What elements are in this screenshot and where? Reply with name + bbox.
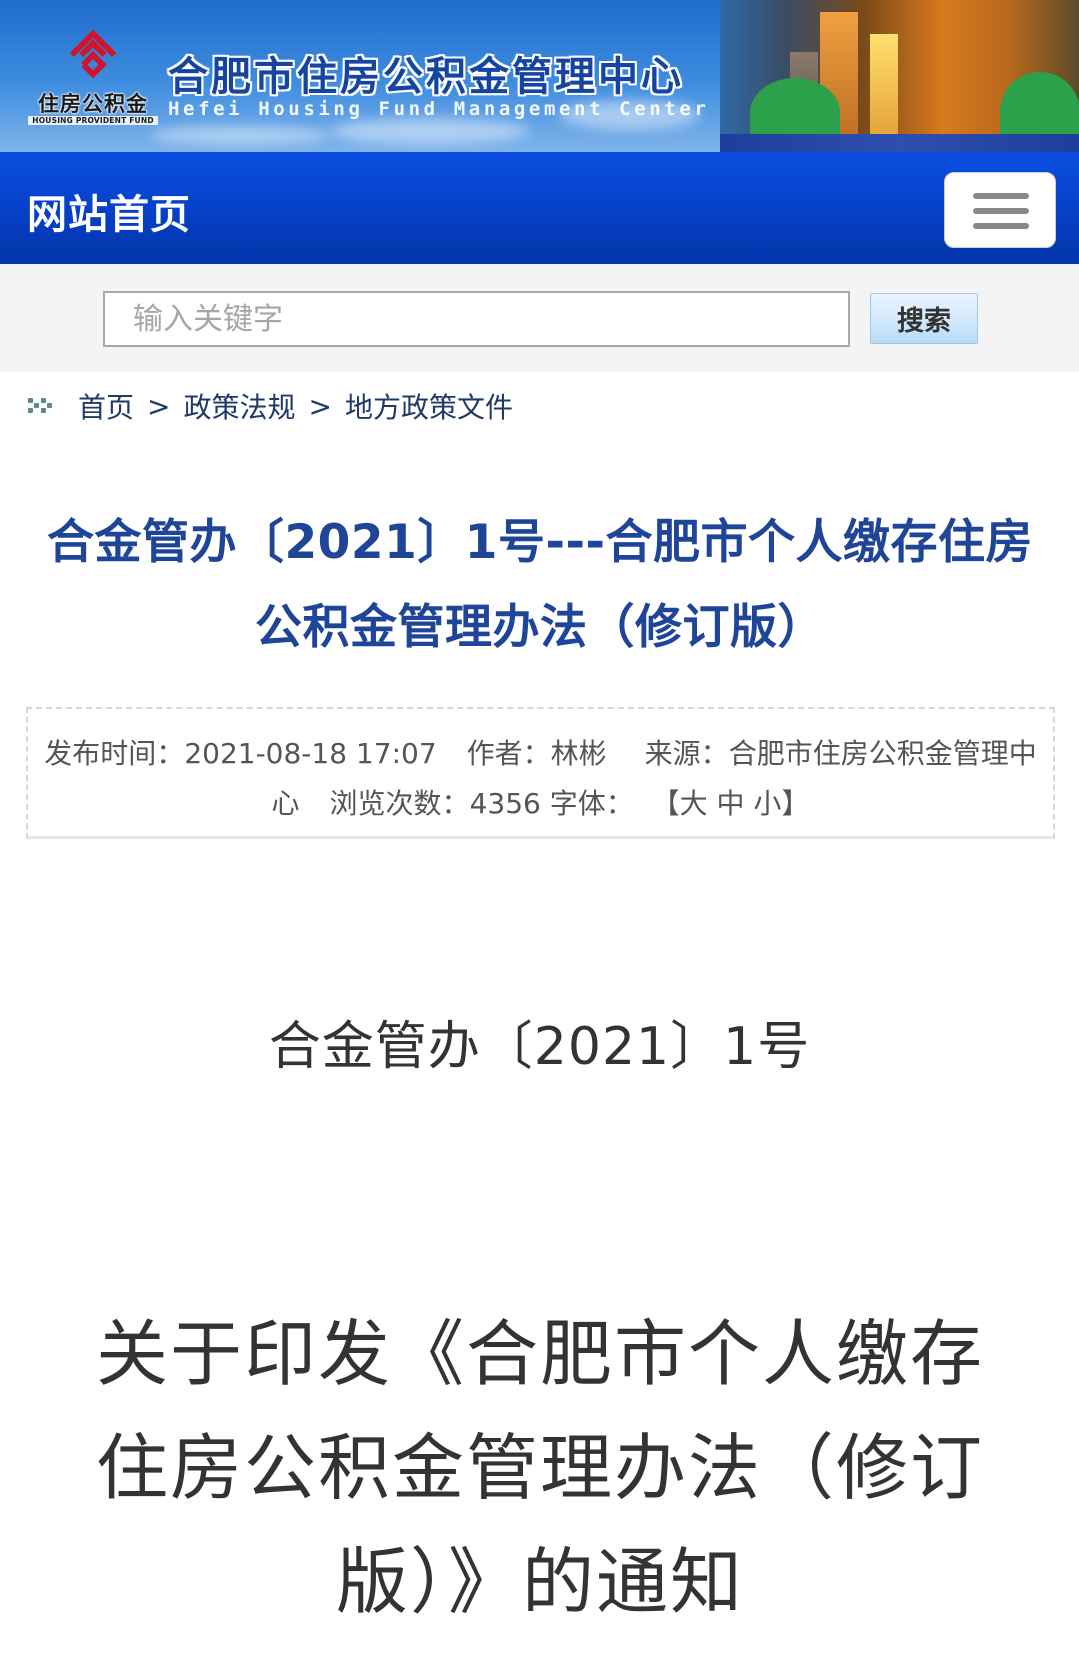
breadcrumb: 首页 > 政策法规 > 地方政策文件	[28, 386, 513, 426]
housing-fund-logo-icon	[69, 29, 117, 79]
author: 林彬	[550, 737, 607, 770]
font-size-small[interactable]: 小	[753, 787, 781, 820]
breadcrumb-local-policy-documents[interactable]: 地方政策文件	[345, 386, 513, 426]
site-banner: 住房公积金 HOUSING PROVIDENT FUND 合肥市住房公积金管理中…	[0, 0, 1079, 152]
article-title: 合金管办〔2021〕1号---合肥市个人缴存住房公积金管理办法（修订版）	[46, 515, 1034, 655]
double-chevron-icon	[28, 398, 54, 414]
hamburger-menu-icon-bar	[973, 223, 1029, 229]
menu-toggle-button[interactable]	[944, 172, 1056, 248]
breadcrumb-separator: >	[147, 389, 171, 423]
hamburger-menu-icon	[973, 193, 1029, 199]
hamburger-menu-icon-bar	[973, 208, 1029, 214]
font-size-label: 字体：	[549, 787, 634, 820]
site-title: 合肥市住房公积金管理中心	[168, 54, 684, 100]
document-heading: 关于印发《合肥市个人缴存住房公积金管理办法（修订版）》的通知	[95, 1312, 984, 1624]
font-size-medium[interactable]: 中	[717, 787, 745, 820]
banner-cloud	[330, 118, 530, 144]
views-label: 浏览次数：	[329, 787, 470, 820]
search-bar: 搜索	[0, 264, 1079, 372]
breadcrumb-separator: >	[308, 389, 332, 423]
document-number: 合金管办〔2021〕1号	[268, 1017, 811, 1077]
author-label: 作者：	[466, 737, 551, 770]
banner-cloud	[150, 126, 330, 144]
breadcrumb-policy-regulations[interactable]: 政策法规	[183, 386, 295, 426]
search-button[interactable]: 搜索	[870, 293, 978, 344]
view-count: 4356	[469, 787, 541, 820]
source-label: 来源：	[644, 737, 729, 770]
breadcrumb-home[interactable]: 首页	[78, 386, 134, 426]
banner-water	[720, 134, 1079, 152]
article-meta: 发布时间：2021-08-18 17:07 作者：林彬 来源：合肥市住房公积金管理中…	[26, 707, 1055, 839]
logo-english-text: HOUSING PROVIDENT FUND	[28, 116, 158, 125]
banner-city-image	[720, 0, 1079, 152]
font-size-large[interactable]: 大	[680, 787, 708, 820]
publish-time-label: 发布时间：	[44, 737, 185, 770]
site-subtitle: Hefei Housing Fund Management Center	[168, 98, 710, 120]
nav-home-link[interactable]: 网站首页	[27, 182, 191, 240]
search-input[interactable]	[103, 291, 850, 347]
font-bracket-close: 】	[781, 787, 810, 820]
publish-time: 2021-08-18 17:07	[184, 737, 437, 770]
font-bracket-open: 【	[651, 787, 680, 820]
logo-chinese-text: 住房公积金	[38, 91, 148, 116]
navigation-bar: 网站首页	[0, 152, 1079, 264]
site-logo[interactable]: 住房公积金 HOUSING PROVIDENT FUND	[28, 24, 158, 134]
